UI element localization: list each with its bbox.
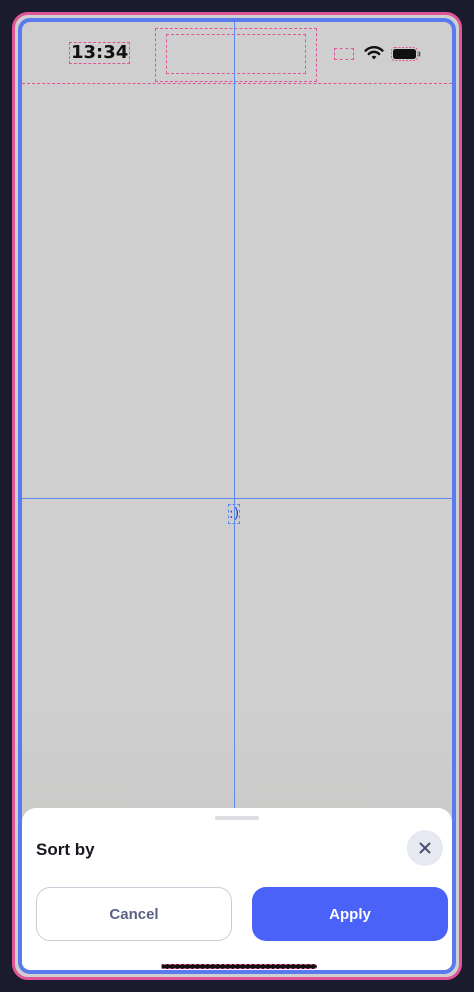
dynamic-island	[166, 34, 306, 74]
wifi-icon	[364, 46, 384, 60]
sort-bottom-sheet: Sort by Cancel Apply	[22, 808, 452, 970]
sheet-drag-handle[interactable]	[215, 816, 259, 820]
status-time: 13:34	[69, 42, 131, 64]
close-button[interactable]	[407, 830, 443, 866]
status-bar: 13:34	[22, 22, 452, 84]
horizontal-guide	[22, 498, 452, 499]
screen: 13:34 :) Sort by Cancel Apply	[18, 18, 456, 974]
apply-button[interactable]: Apply	[252, 887, 448, 941]
device-frame: 13:34 :) Sort by Cancel Apply	[12, 12, 462, 980]
cancel-button[interactable]: Cancel	[36, 887, 232, 941]
home-indicator[interactable]	[161, 964, 317, 969]
signal-icon	[334, 48, 354, 60]
close-icon	[419, 842, 431, 854]
sheet-title: Sort by	[36, 840, 95, 859]
battery-icon	[391, 47, 421, 61]
center-smiley: :)	[228, 504, 240, 524]
